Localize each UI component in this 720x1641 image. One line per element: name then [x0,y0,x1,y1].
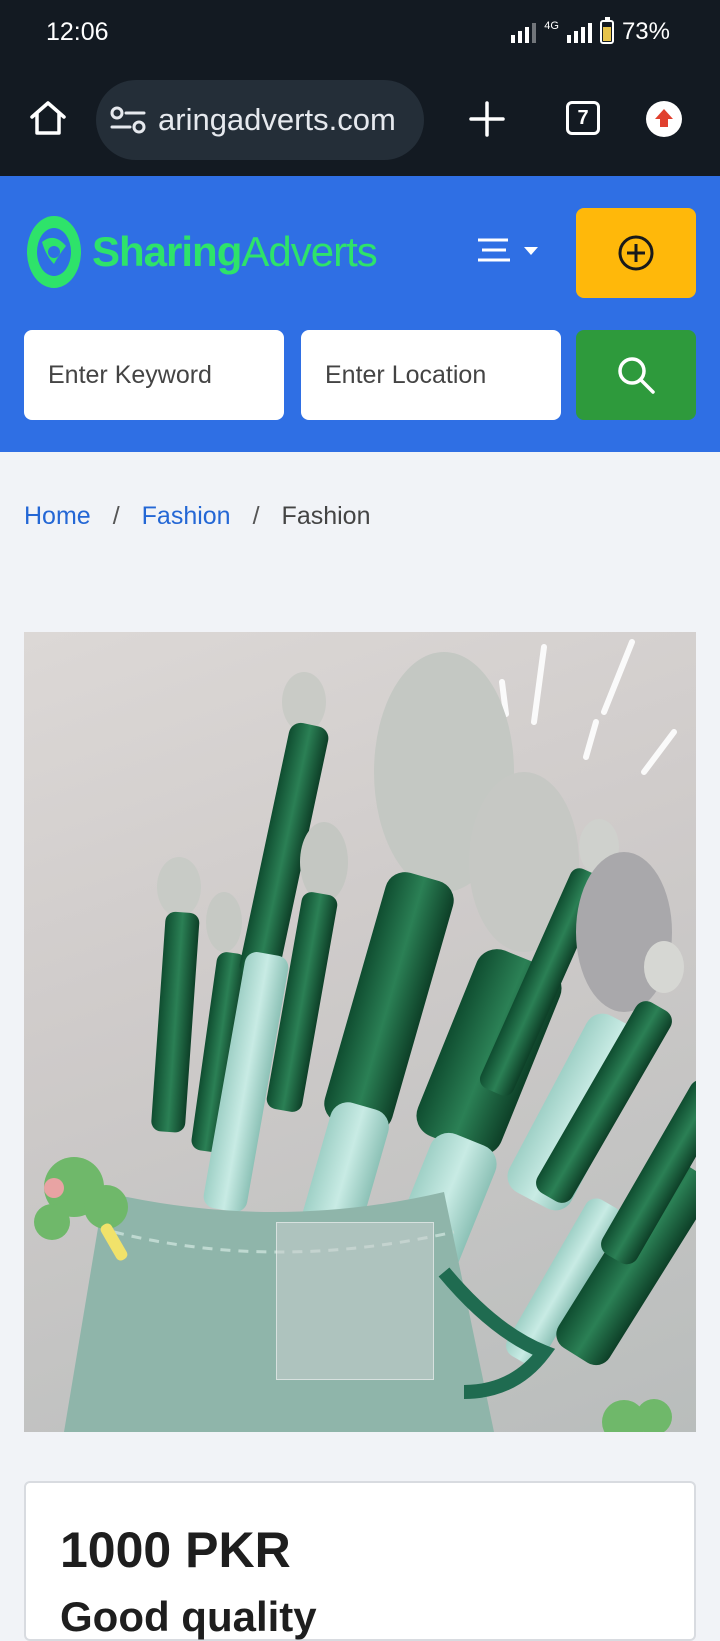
site-settings-icon[interactable] [110,106,146,134]
logo-text-light: Adverts [241,228,377,275]
logo-text-bold: Sharing [92,228,242,275]
site-header: SharingAdverts [0,176,720,452]
post-ad-button[interactable] [576,208,696,298]
status-icons: 4G 73% [511,17,670,46]
keyword-input[interactable] [24,330,284,420]
url-bar[interactable]: aringadverts.com [96,80,424,160]
browser-toolbar: aringadverts.com 7 [0,66,720,176]
network-type: 4G [544,20,559,32]
breadcrumb-home[interactable]: Home [24,502,91,531]
signal-icon [511,21,537,43]
status-time: 12:06 [46,18,109,46]
tabs-button[interactable]: 7 [566,101,600,135]
url-text: aringadverts.com [158,102,396,137]
home-icon[interactable] [28,98,68,138]
breadcrumb-current: Fashion [281,502,371,530]
update-icon[interactable] [646,101,682,137]
breadcrumb-separator: / [252,502,260,530]
image-thumbnail[interactable] [276,1222,434,1380]
logo-mark-icon [27,216,81,288]
site-logo[interactable]: SharingAdverts [24,212,378,292]
battery-icon [599,17,614,44]
breadcrumb-separator: / [112,502,120,530]
menu-icon[interactable] [476,232,548,272]
search-button[interactable] [576,330,696,420]
status-bar: 12:06 4G 73% [0,0,720,66]
battery-percent: 73% [621,18,670,45]
product-info-card: 1000 PKR Good quality [24,1481,696,1641]
location-input[interactable] [301,330,561,420]
product-image[interactable] [24,632,696,1432]
product-price: 1000 PKR [60,1522,291,1578]
product-title: Good quality [60,1593,317,1640]
breadcrumb: Home / Fashion / Fashion [24,502,371,531]
logo-text: SharingAdverts [92,228,378,276]
breadcrumb-category[interactable]: Fashion [142,502,231,531]
new-tab-icon[interactable] [468,100,506,138]
plus-circle-icon [618,235,654,271]
signal-icon-2 [566,21,592,43]
search-icon [618,357,655,394]
